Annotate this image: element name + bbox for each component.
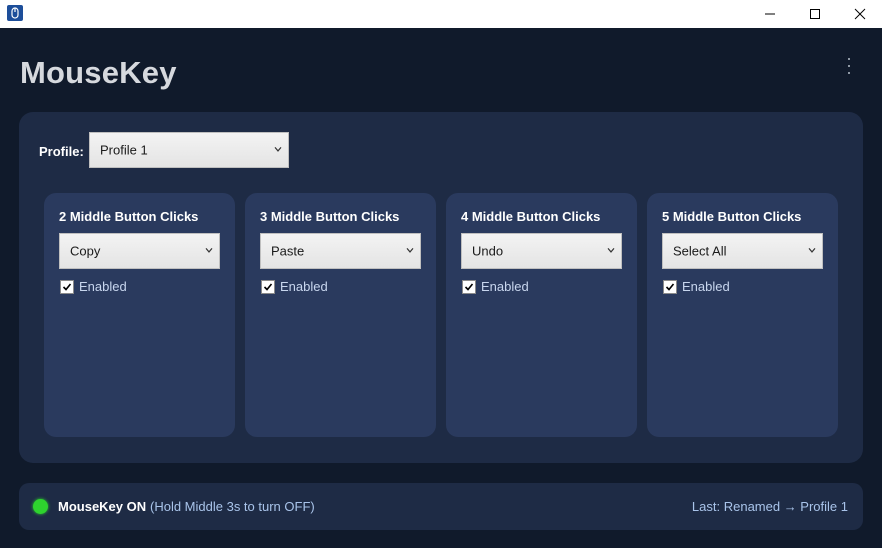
checkmark-icon [665,283,675,291]
chevron-down-icon [205,248,213,253]
action-select-value: Select All [673,243,727,259]
profile-select-value: Profile 1 [100,142,148,158]
minimize-button[interactable] [747,0,793,28]
enabled-label[interactable]: Enabled [481,279,529,294]
enabled-label[interactable]: Enabled [79,279,127,294]
card-title: 4 Middle Button Clicks [461,209,601,224]
window-titlebar[interactable] [0,0,882,28]
card-5-clicks: 5 Middle Button Clicks Select All Enable… [647,193,838,437]
status-bar: MouseKey ON (Hold Middle 3s to turn OFF)… [19,483,863,530]
enabled-checkbox[interactable] [462,280,476,294]
app-client-area: MouseKey Profile: Profile 1 2 Middle But… [0,28,882,548]
maximize-icon [810,9,820,19]
enabled-checkbox[interactable] [663,280,677,294]
main-panel: Profile: Profile 1 2 Middle Button Click… [19,112,863,463]
chevron-down-icon [406,248,414,253]
action-select[interactable]: Copy [59,233,220,269]
chevron-down-icon [274,147,282,152]
status-last-action: Last: Renamed → Profile 1 [691,499,848,514]
card-title: 3 Middle Button Clicks [260,209,400,224]
status-indicator [33,499,48,514]
checkmark-icon [62,283,72,291]
checkmark-icon [464,283,474,291]
card-2-clicks: 2 Middle Button Clicks Copy Enabled [44,193,235,437]
more-vertical-icon[interactable] [844,58,854,74]
minimize-icon [765,13,775,15]
close-button[interactable] [837,0,882,28]
enabled-label[interactable]: Enabled [280,279,328,294]
chevron-down-icon [808,248,816,253]
enabled-checkbox[interactable] [60,280,74,294]
close-icon [854,8,866,20]
action-select[interactable]: Select All [662,233,823,269]
mouse-app-icon [7,5,23,21]
status-hint: (Hold Middle 3s to turn OFF) [150,499,315,514]
enabled-checkbox[interactable] [261,280,275,294]
app-title: MouseKey [20,55,177,90]
action-select-value: Paste [271,243,305,259]
enabled-label[interactable]: Enabled [682,279,730,294]
action-select-value: Copy [70,243,101,259]
action-select-value: Undo [472,243,504,259]
card-title: 2 Middle Button Clicks [59,209,199,224]
action-select[interactable]: Undo [461,233,622,269]
profile-select[interactable]: Profile 1 [89,132,289,168]
card-4-clicks: 4 Middle Button Clicks Undo Enabled [446,193,637,437]
chevron-down-icon [607,248,615,253]
card-3-clicks: 3 Middle Button Clicks Paste Enabled [245,193,436,437]
action-select[interactable]: Paste [260,233,421,269]
card-title: 5 Middle Button Clicks [662,209,802,224]
checkmark-icon [263,283,273,291]
status-state: MouseKey ON [58,499,147,514]
profile-label: Profile: [39,144,84,159]
maximize-button[interactable] [792,0,838,28]
